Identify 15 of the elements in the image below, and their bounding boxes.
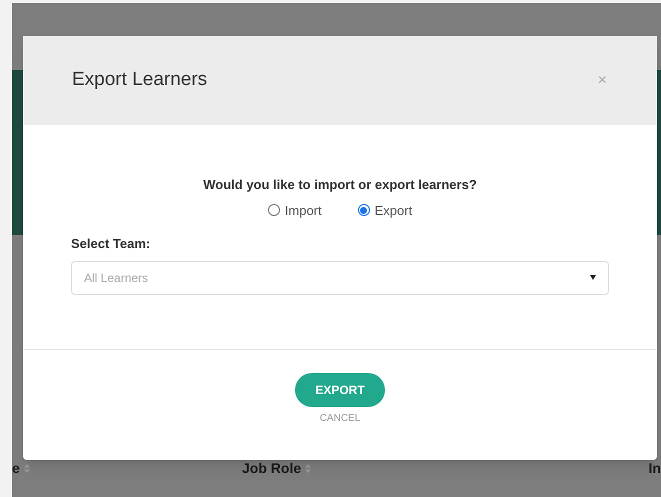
radio-label: Export bbox=[374, 202, 412, 220]
field-label: Select Team: bbox=[71, 235, 150, 253]
column-header[interactable]: Job Role bbox=[242, 458, 302, 478]
cancel-link[interactable]: CANCEL bbox=[320, 410, 360, 426]
export-button[interactable]: EXPORT bbox=[295, 372, 385, 406]
radio-button[interactable] bbox=[358, 204, 370, 216]
caret-icon bbox=[590, 275, 596, 280]
close-button[interactable]: × bbox=[598, 68, 607, 92]
column-header[interactable]: In bbox=[648, 458, 661, 478]
radio-button[interactable] bbox=[268, 204, 280, 216]
column-header[interactable]: e bbox=[12, 458, 20, 478]
question-text: Would you like to import or export learners? bbox=[203, 176, 477, 194]
dialog-title: Export Learners bbox=[72, 68, 208, 92]
team-select[interactable]: All Learners bbox=[71, 260, 609, 294]
radio-label: Import bbox=[284, 202, 322, 220]
